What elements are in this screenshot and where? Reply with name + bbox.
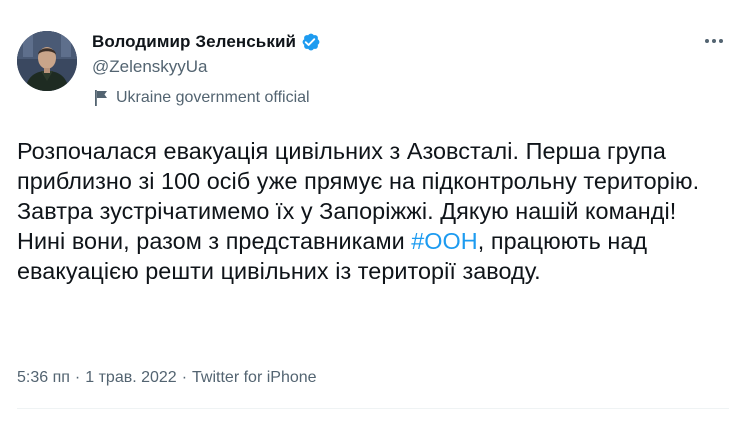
handle[interactable]: @ZelenskyyUa — [92, 57, 322, 79]
tweet-time[interactable]: 5:36 пп — [17, 369, 70, 387]
verified-badge-icon — [300, 31, 322, 53]
divider — [17, 408, 729, 409]
avatar[interactable] — [17, 31, 77, 91]
tweet-card: Володимир Зеленський @ZelenskyyUa Ukrain… — [0, 0, 746, 426]
tweet-source[interactable]: Twitter for iPhone — [192, 369, 317, 387]
profile-photo — [17, 31, 77, 91]
tweet-text: Розпочалася евакуація цивільних з Азовст… — [17, 136, 729, 286]
meta-separator: · — [181, 369, 188, 386]
government-flag-icon — [93, 89, 109, 107]
meta-separator: · — [74, 369, 81, 386]
tweet-date[interactable]: 1 трав. 2022 — [85, 369, 176, 387]
more-options-button[interactable] — [700, 30, 728, 52]
hashtag-link[interactable]: #ООН — [411, 228, 478, 254]
name-row: Володимир Зеленський — [92, 31, 322, 53]
author-block: Володимир Зеленський @ZelenskyyUa — [92, 31, 322, 79]
more-dots-icon — [705, 39, 723, 43]
tweet-meta: 5:36 пп · 1 трав. 2022 · Twitter for iPh… — [17, 366, 317, 390]
affiliation-label: Ukraine government official — [93, 87, 310, 109]
affiliation-label-text: Ukraine government official — [116, 89, 310, 106]
display-name[interactable]: Володимир Зеленський — [92, 32, 296, 52]
